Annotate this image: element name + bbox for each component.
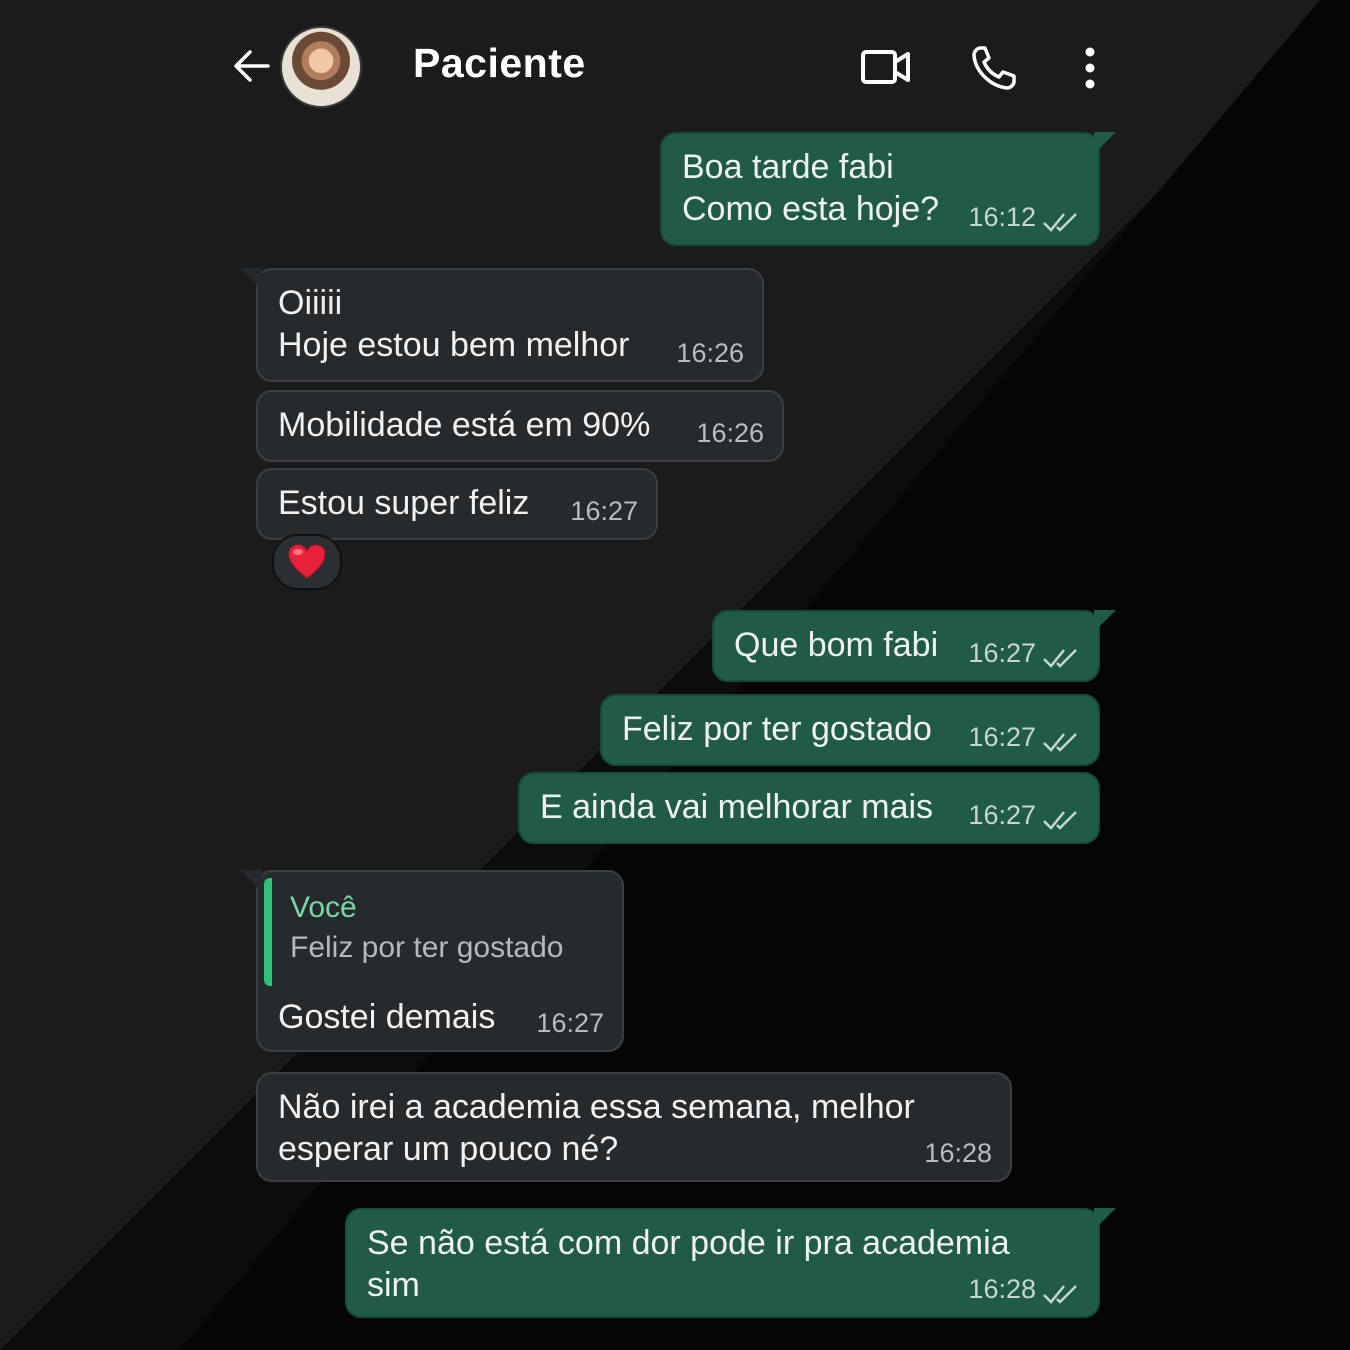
message-text-line: esperar um pouco né? [278, 1130, 619, 1168]
chat-header: Paciente [220, 20, 1120, 112]
message-bubble-outgoing[interactable]: E ainda vai melhorar mais 16:27 [518, 772, 1100, 844]
chat-screen: Paciente Boa tarde fabi Como esta hoje? … [0, 0, 1350, 1350]
message-bubble-incoming[interactable]: Não irei a academia essa semana, melhor … [256, 1072, 1012, 1182]
message-reaction[interactable] [272, 534, 342, 590]
double-check-icon [1043, 811, 1077, 830]
contact-avatar[interactable] [280, 26, 362, 108]
quoted-author: Você [290, 891, 357, 924]
message-text-line: Hoje estou bem melhor [278, 326, 630, 364]
heart-emoji-icon [288, 544, 326, 579]
double-check-icon [1043, 733, 1077, 752]
message-bubble-incoming[interactable]: Estou super feliz 16:27 [256, 468, 658, 540]
message-time: 16:28 [924, 1138, 992, 1168]
message-text-line: Boa tarde fabi [682, 148, 894, 186]
message-bubble-outgoing[interactable]: Feliz por ter gostado 16:27 [600, 694, 1100, 766]
double-check-icon [1043, 649, 1077, 668]
bubble-tail [1094, 132, 1116, 154]
contact-name[interactable]: Paciente [413, 40, 586, 87]
double-check-icon [1043, 1285, 1077, 1304]
quoted-message[interactable]: Você Feliz por ter gostado [264, 878, 620, 986]
message-time: 16:26 [696, 418, 764, 448]
double-check-icon [1043, 213, 1077, 232]
bubble-tail [1094, 610, 1116, 632]
message-bubble-incoming[interactable]: Mobilidade está em 90% 16:26 [256, 390, 784, 462]
more-options-icon[interactable] [1075, 44, 1105, 92]
message-text-line: Oiiiii [278, 284, 343, 322]
message-time: 16:27 [968, 638, 1036, 668]
message-bubble-incoming[interactable]: Oiiiii Hoje estou bem melhor 16:26 [240, 268, 764, 382]
message-time: 16:27 [570, 496, 638, 526]
message-text-line: Se não está com dor pode ir pra academia [367, 1224, 1010, 1262]
message-text-line: Mobilidade está em 90% [278, 406, 651, 444]
message-bubble-incoming-reply[interactable]: Você Feliz por ter gostado Gostei demais… [240, 870, 624, 1052]
bubble-tail [1094, 1208, 1116, 1230]
message-time: 16:26 [676, 338, 744, 368]
message-bubble-outgoing[interactable]: Boa tarde fabi Como esta hoje? 16:12 [660, 132, 1116, 246]
video-call-icon[interactable] [860, 44, 912, 92]
message-time: 16:27 [536, 1008, 604, 1038]
message-bubble-outgoing[interactable]: Que bom fabi 16:27 [712, 610, 1116, 682]
voice-call-icon[interactable] [970, 44, 1022, 92]
bubble-tail [240, 268, 262, 290]
bubble-tail [240, 870, 262, 892]
message-bubble-outgoing[interactable]: Se não está com dor pode ir pra academia… [345, 1208, 1116, 1318]
message-text-line: Gostei demais [278, 998, 496, 1036]
message-time: 16:12 [968, 202, 1036, 232]
quoted-text: Feliz por ter gostado [290, 931, 564, 964]
message-time: 16:27 [968, 800, 1036, 830]
message-time: 16:28 [968, 1274, 1036, 1304]
message-time: 16:27 [968, 722, 1036, 752]
message-text-line: Não irei a academia essa semana, melhor [278, 1088, 915, 1126]
back-arrow-icon[interactable] [232, 46, 272, 86]
